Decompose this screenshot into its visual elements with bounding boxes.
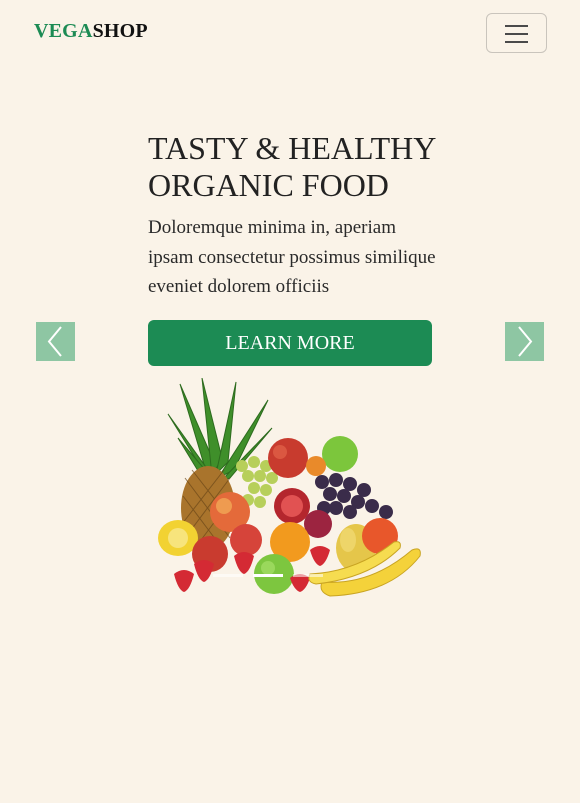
- hamburger-icon-bar: [505, 41, 528, 43]
- hero-title: TASTY & HEALTHY ORGANIC FOOD: [148, 130, 436, 203]
- carousel-indicator[interactable]: [253, 574, 283, 577]
- hamburger-icon-bar: [505, 33, 528, 35]
- navbar-toggle-button[interactable]: [486, 13, 547, 53]
- brand-logo-part-2: SHOP: [92, 20, 148, 42]
- navbar: VEGASHOP: [0, 0, 580, 62]
- fruit-basket-image: [158, 378, 421, 597]
- carousel-indicators: [213, 574, 323, 578]
- brand-logo-part-1: VEGA: [34, 20, 93, 42]
- carousel-indicator[interactable]: [293, 574, 323, 577]
- carousel-prev-button[interactable]: [36, 322, 75, 361]
- chevron-left-icon: [47, 326, 62, 357]
- chevron-right-icon: [518, 326, 533, 357]
- learn-more-button[interactable]: LEARN MORE: [148, 320, 432, 366]
- carousel-indicator[interactable]: [213, 574, 243, 577]
- hero-description: Doloremque minima in, aperiam ipsam cons…: [148, 217, 436, 297]
- brand-logo[interactable]: VEGASHOP: [34, 20, 148, 43]
- carousel-next-button[interactable]: [505, 322, 544, 361]
- hamburger-icon: [505, 25, 528, 27]
